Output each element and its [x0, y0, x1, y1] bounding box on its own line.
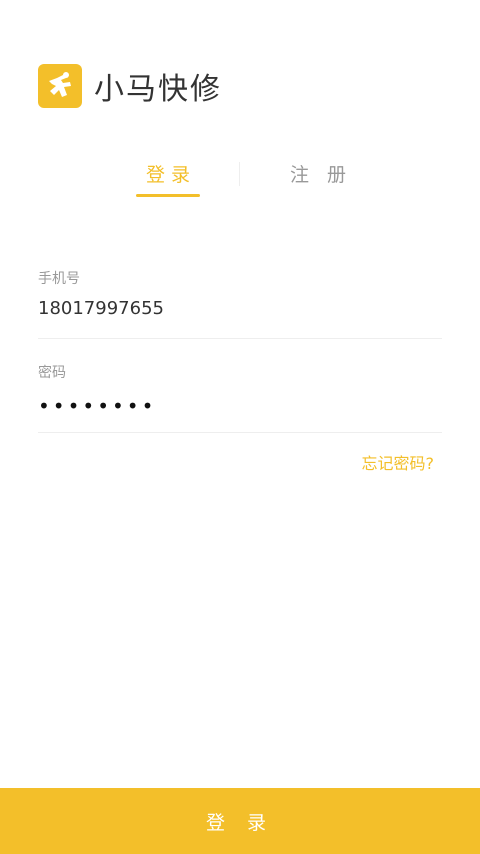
brand: 小马快修: [38, 64, 222, 108]
tab-register[interactable]: 注 册: [290, 160, 352, 187]
login-button[interactable]: 登 录: [0, 788, 480, 854]
auth-tabs: 登录 注 册: [0, 150, 480, 200]
tab-divider: [239, 162, 240, 186]
forgot-password-link[interactable]: 忘记密码?: [362, 450, 435, 474]
running-horse-icon: [38, 64, 82, 108]
active-tab-indicator: [136, 194, 200, 197]
phone-label: 手机号: [38, 271, 80, 287]
tab-login[interactable]: 登录: [146, 160, 196, 187]
password-input[interactable]: ••••••••: [38, 394, 442, 418]
password-label: 密码: [38, 365, 66, 381]
phone-field: 手机号: [38, 268, 442, 339]
password-field: 密码 ••••••••: [38, 362, 442, 433]
phone-input[interactable]: [38, 298, 442, 319]
app-name: 小马快修: [94, 72, 222, 107]
